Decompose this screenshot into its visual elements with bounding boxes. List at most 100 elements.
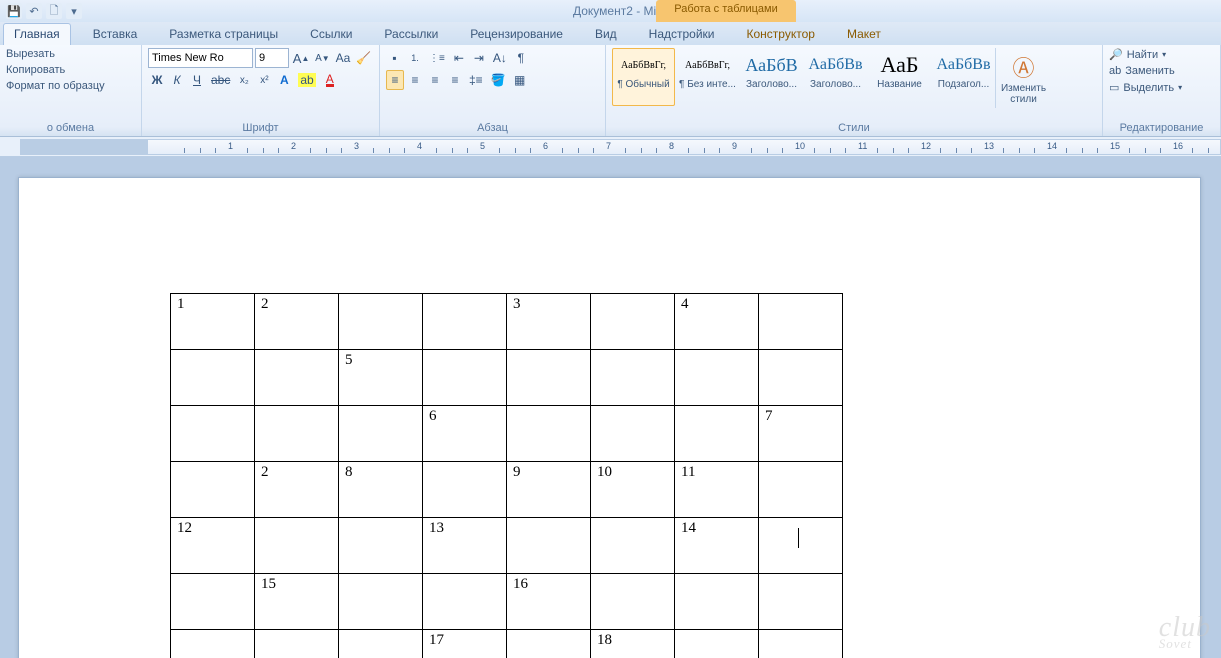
table-cell[interactable] [675, 406, 759, 462]
table-cell[interactable] [675, 630, 759, 658]
table-cell[interactable] [591, 518, 675, 574]
show-marks-button[interactable]: ¶ [512, 48, 530, 68]
table-cell[interactable] [255, 350, 339, 406]
table-row[interactable]: 5 [171, 350, 843, 406]
table-cell[interactable] [339, 294, 423, 350]
save-icon[interactable]: 💾 [6, 3, 22, 19]
cut-button[interactable]: Вырезать [6, 48, 135, 60]
subscript-button[interactable]: x₂ [235, 70, 253, 90]
bullets-button[interactable] [386, 48, 404, 68]
numbering-button[interactable] [406, 48, 424, 68]
table-cell[interactable]: 8 [339, 462, 423, 518]
tab-layout[interactable]: Макет [837, 24, 891, 45]
table-cell[interactable]: 5 [339, 350, 423, 406]
table-cell[interactable] [255, 518, 339, 574]
styles-gallery[interactable]: АаБбВвГг,¶ ОбычныйАаБбВвГг,¶ Без инте...… [612, 48, 995, 106]
table-cell[interactable] [759, 350, 843, 406]
table-cell[interactable] [759, 518, 843, 574]
table-cell[interactable] [591, 574, 675, 630]
style-item[interactable]: АаБНазвание [868, 48, 931, 106]
sort-button[interactable]: А↓ [490, 48, 510, 68]
align-left-button[interactable]: ≡ [386, 70, 404, 90]
table-cell[interactable]: 12 [171, 518, 255, 574]
table-row[interactable]: 1516 [171, 574, 843, 630]
table-cell[interactable] [171, 350, 255, 406]
style-item[interactable]: АаБбВвПодзагол... [932, 48, 995, 106]
style-item[interactable]: АаБбВвЗаголово... [804, 48, 867, 106]
table-row[interactable]: 12 3 4 [171, 294, 843, 350]
table-cell[interactable] [171, 630, 255, 658]
bold-button[interactable]: Ж [148, 70, 166, 90]
table-cell[interactable] [339, 518, 423, 574]
font-size-input[interactable] [255, 48, 289, 68]
table-cell[interactable]: 6 [423, 406, 507, 462]
table-cell[interactable] [255, 406, 339, 462]
table-cell[interactable] [339, 574, 423, 630]
table-row[interactable]: 1718 [171, 630, 843, 658]
superscript-button[interactable]: x² [255, 70, 273, 90]
table-cell[interactable]: 2 [255, 462, 339, 518]
strikethrough-button[interactable]: abc [208, 70, 233, 90]
table-cell[interactable] [255, 630, 339, 658]
table-cell[interactable] [423, 294, 507, 350]
align-center-button[interactable]: ≡ [406, 70, 424, 90]
select-button[interactable]: ▭Выделить▾ [1109, 81, 1214, 94]
horizontal-ruler[interactable]: 1234567891011121314151617 [20, 139, 1221, 155]
align-right-button[interactable]: ≡ [426, 70, 444, 90]
table-cell[interactable] [339, 406, 423, 462]
grow-font-button[interactable]: A▲ [291, 48, 311, 68]
table-cell[interactable] [759, 630, 843, 658]
tab-page-layout[interactable]: Разметка страницы [159, 24, 288, 45]
tab-design[interactable]: Конструктор [737, 24, 825, 45]
table-cell[interactable] [339, 630, 423, 658]
tab-references[interactable]: Ссылки [300, 24, 362, 45]
italic-button[interactable]: К [168, 70, 186, 90]
table-cell[interactable] [423, 574, 507, 630]
table-cell[interactable] [591, 350, 675, 406]
table-cell[interactable]: 1 [171, 294, 255, 350]
table-cell[interactable]: 4 [675, 294, 759, 350]
table-cell[interactable]: 2 [255, 294, 339, 350]
undo-icon[interactable]: ↶ [26, 3, 42, 19]
font-color-button[interactable]: A [321, 70, 339, 90]
table-row[interactable]: 67 [171, 406, 843, 462]
copy-button[interactable]: Копировать [6, 64, 135, 76]
replace-button[interactable]: abЗаменить [1109, 65, 1214, 77]
style-item[interactable]: АаБбВвГг,¶ Без инте... [676, 48, 739, 106]
table-cell[interactable]: 13 [423, 518, 507, 574]
table-cell[interactable]: 11 [675, 462, 759, 518]
style-item[interactable]: АаБбВЗаголово... [740, 48, 803, 106]
new-doc-icon[interactable]: 🗋 [46, 3, 62, 19]
tab-insert[interactable]: Вставка [83, 24, 148, 45]
change-case-button[interactable]: Aa [334, 48, 353, 68]
find-button[interactable]: 🔎Найти▾ [1109, 48, 1214, 61]
multilevel-list-button[interactable] [426, 48, 448, 68]
shading-button[interactable]: 🪣 [488, 70, 509, 90]
table-row[interactable]: 2891011 [171, 462, 843, 518]
tab-home[interactable]: Главная [3, 23, 71, 45]
table-cell[interactable] [171, 406, 255, 462]
table-cell[interactable] [591, 294, 675, 350]
table-cell[interactable]: 18 [591, 630, 675, 658]
clear-format-button[interactable]: 🧹 [354, 48, 373, 68]
table-cell[interactable]: 17 [423, 630, 507, 658]
shrink-font-button[interactable]: A▼ [313, 48, 331, 68]
table-cell[interactable] [423, 462, 507, 518]
decrease-indent-button[interactable]: ⇤ [450, 48, 468, 68]
text-effects-button[interactable]: A [275, 70, 293, 90]
format-painter-button[interactable]: Формат по образцу [6, 80, 135, 92]
underline-button[interactable]: Ч [188, 70, 206, 90]
table-cell[interactable] [759, 462, 843, 518]
increase-indent-button[interactable]: ⇥ [470, 48, 488, 68]
table-cell[interactable] [171, 462, 255, 518]
style-item[interactable]: АаБбВвГг,¶ Обычный [612, 48, 675, 106]
font-name-input[interactable] [148, 48, 253, 68]
table-cell[interactable] [507, 518, 591, 574]
table-cell[interactable] [675, 574, 759, 630]
qat-dropdown-icon[interactable]: ▾ [66, 3, 82, 19]
change-styles-button[interactable]: Ⓐ Изменить стили [995, 48, 1051, 108]
table-cell[interactable]: 16 [507, 574, 591, 630]
table-cell[interactable]: 15 [255, 574, 339, 630]
line-spacing-button[interactable]: ‡≡ [466, 70, 486, 90]
table-cell[interactable]: 3 [507, 294, 591, 350]
